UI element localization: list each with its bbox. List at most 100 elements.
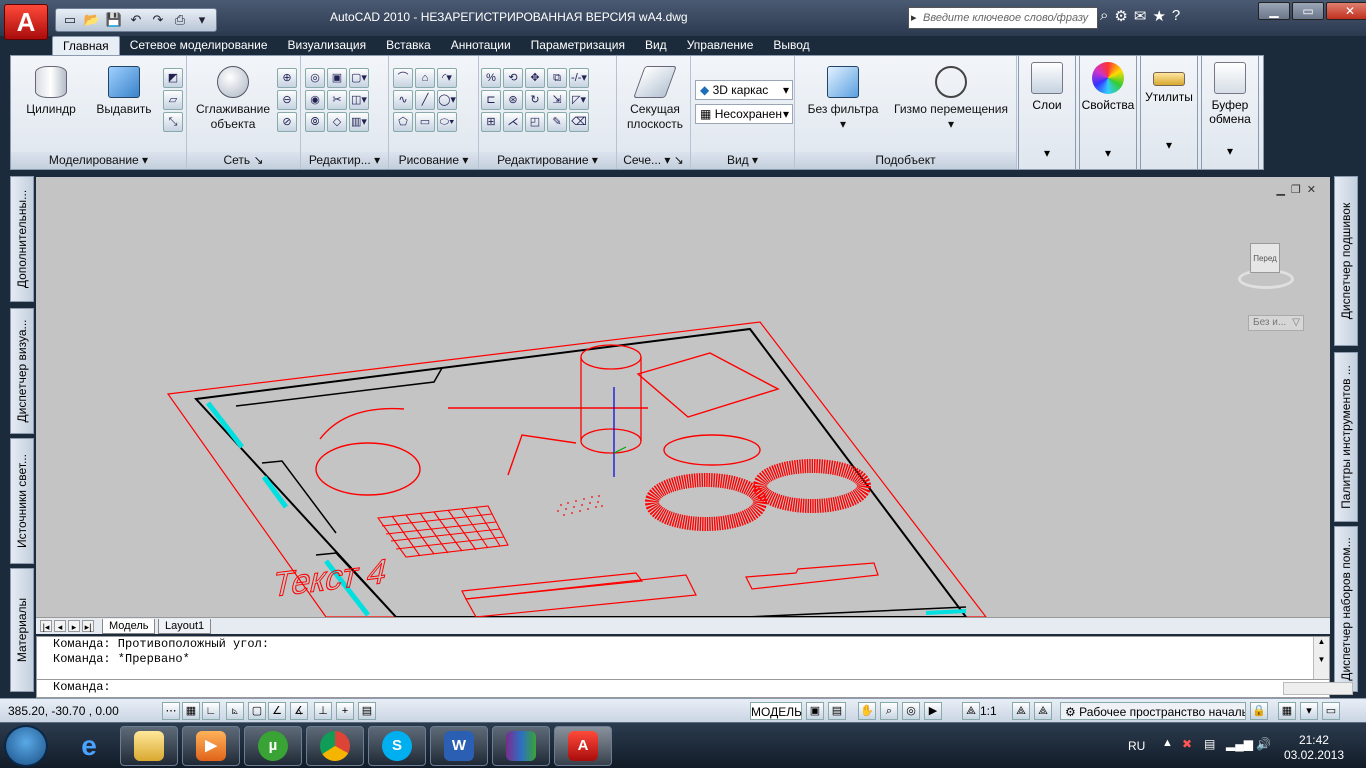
tab-render[interactable]: Визуализация [278, 36, 377, 55]
pan-icon[interactable]: ✋ [858, 702, 876, 720]
3d-rotate-icon[interactable]: ⟲ [503, 68, 523, 88]
qat-dropdown-icon[interactable]: ▾ [192, 11, 212, 29]
viewport-restore-icon[interactable]: ❐ [1291, 183, 1301, 196]
showmotion-icon[interactable]: ▶ [924, 702, 942, 720]
smooth-more-icon[interactable]: ⊕ [277, 68, 297, 88]
stretch-icon[interactable]: ⇲ [547, 90, 567, 110]
named-view-dropdown[interactable]: ▦ Несохранен ▾ [695, 104, 793, 124]
subscription-icon[interactable]: ⚙ [1114, 7, 1127, 25]
extract-edges-icon[interactable]: ◫▾ [349, 90, 369, 110]
grid-display-icon[interactable]: ▦ [182, 702, 200, 720]
move-gizmo-button[interactable]: Гизмо перемещения ▾ [889, 66, 1013, 132]
ucs-dropdown[interactable]: Без и... ▽ [1248, 315, 1304, 331]
no-filter-button[interactable]: Без фильтра ▾ [801, 66, 885, 132]
gizmo-small-icon[interactable]: ⤡ [163, 112, 183, 132]
workspace-switch[interactable]: ⚙ Рабочее пространство начальн ▾ [1060, 702, 1246, 720]
panel-title-draw[interactable]: Рисование ▾ [389, 152, 478, 169]
ortho-mode-icon[interactable]: ∟ [202, 702, 220, 720]
3d-polyline-icon[interactable]: ⌂ [415, 68, 435, 88]
start-button[interactable] [4, 725, 48, 767]
hardware-acceleration-icon[interactable]: ▦ [1278, 702, 1296, 720]
clock[interactable]: 21:42 03.02.2013 [1284, 733, 1344, 763]
quick-view-drawings-icon[interactable]: ▤ [828, 702, 846, 720]
last-layout-icon[interactable]: ▸| [82, 620, 94, 632]
viewcube-face[interactable]: Перед [1250, 243, 1280, 273]
properties-button[interactable]: Свойства ▾ [1079, 55, 1137, 170]
section-plane-button[interactable]: Секущая плоскость [621, 66, 689, 132]
rotate-icon[interactable]: ↻ [525, 90, 545, 110]
redo-icon[interactable]: ↷ [148, 11, 168, 29]
smooth-object-button[interactable]: Сглаживание объекта [193, 66, 273, 132]
communication-icon[interactable]: ✉ [1134, 7, 1147, 25]
tab-output[interactable]: Вывод [763, 36, 819, 55]
word-taskbar-button[interactable]: W [430, 726, 488, 766]
visual-style-dropdown[interactable]: ◆ 3D каркас ▾ [695, 80, 793, 100]
match-properties-icon[interactable]: ✎ [547, 112, 567, 132]
copy-icon[interactable]: ⧉ [547, 68, 567, 88]
arc-icon[interactable]: ◜▾ [437, 68, 457, 88]
auto-scale-icon[interactable]: ⟁ [1034, 702, 1052, 720]
box-edit-icon[interactable]: ▣ [327, 68, 347, 88]
intersect-icon[interactable]: ⦾ [305, 112, 325, 132]
skype-taskbar-button[interactable]: S [368, 726, 426, 766]
maximize-button[interactable]: ▭ [1292, 2, 1324, 20]
command-input[interactable]: Команда: [37, 679, 1329, 697]
polyline-icon[interactable]: ⌒ [393, 68, 413, 88]
annotation-scale-value[interactable]: 1:1 [980, 702, 1010, 720]
network-error-icon[interactable]: ✖ [1182, 737, 1192, 751]
viewport-minimize-icon[interactable]: ▁ [1276, 183, 1284, 196]
utorrent-taskbar-button[interactable]: µ [244, 726, 302, 766]
save-icon[interactable]: 💾 [104, 11, 124, 29]
shell-icon[interactable]: ▢▾ [349, 68, 369, 88]
erase-icon[interactable]: ⌫ [569, 112, 589, 132]
coordinates-readout[interactable]: 385.20, -30.70 , 0.00 [8, 702, 156, 720]
left-palette-tab-materials[interactable]: Материалы [10, 568, 34, 692]
scale-icon[interactable]: ◰ [525, 112, 545, 132]
ie-taskbar-button[interactable]: e [60, 726, 118, 766]
next-layout-icon[interactable]: ▸ [68, 620, 80, 632]
3d-align-icon[interactable]: ⋌ [503, 112, 523, 132]
tab-insert[interactable]: Вставка [376, 36, 441, 55]
dynamic-ucs-icon[interactable]: ⊥ [314, 702, 332, 720]
chamfer-icon[interactable]: % [481, 68, 501, 88]
lock-icon[interactable]: 🔒 [1250, 702, 1268, 720]
trim-icon[interactable]: -/-▾ [569, 68, 589, 88]
planar-surface-icon[interactable]: ▱ [163, 90, 183, 110]
explorer-taskbar-button[interactable] [120, 726, 178, 766]
tab-annotate[interactable]: Аннотации [441, 36, 521, 55]
app-menu-button[interactable]: A [4, 4, 48, 40]
panel-title-mesh[interactable]: Сеть ↘ [187, 152, 300, 169]
chrome-taskbar-button[interactable] [306, 726, 364, 766]
language-indicator[interactable]: RU [1128, 739, 1145, 753]
clipboard-button[interactable]: Буфер обмена ▾ [1201, 55, 1259, 170]
polar-tracking-icon[interactable]: ⦝ [226, 702, 244, 720]
winrar-taskbar-button[interactable] [492, 726, 550, 766]
spline-icon[interactable]: ∿ [393, 90, 413, 110]
ellipse-icon[interactable]: ⬭▾ [437, 112, 457, 132]
quick-properties-icon[interactable]: ▤ [358, 702, 376, 720]
panel-title-modify[interactable]: Редактирование ▾ [479, 152, 616, 169]
cylinder-button[interactable]: Цилиндр [19, 66, 83, 117]
media-player-taskbar-button[interactable]: ▶ [182, 726, 240, 766]
refine-mesh-icon[interactable]: ⊘ [277, 112, 297, 132]
panel-title-subobject[interactable]: Подобъект [795, 152, 1016, 169]
model-space-button[interactable]: МОДЕЛЬ [750, 702, 802, 720]
annotation-scale-icon[interactable]: ⟁ [962, 702, 980, 720]
annotation-visibility-icon[interactable]: ⟁ [1012, 702, 1030, 720]
quick-view-layouts-icon[interactable]: ▣ [806, 702, 824, 720]
panel-title-solid-edit[interactable]: Редактир... ▾ [301, 152, 388, 169]
prev-layout-icon[interactable]: ◂ [54, 620, 66, 632]
right-palette-tab-sheet-set[interactable]: Диспетчер подшивок [1334, 176, 1358, 346]
right-palette-tab-markup[interactable]: Диспетчер наборов пом... [1334, 526, 1358, 692]
tab-model[interactable]: Модель [102, 619, 156, 634]
viewport-close-icon[interactable]: ✕ [1307, 183, 1316, 196]
volume-icon[interactable]: 🔊 [1256, 737, 1271, 751]
object-snap-tracking-icon[interactable]: ∡ [290, 702, 308, 720]
panel-title-section[interactable]: Сече... ▾ ↘ [617, 152, 690, 169]
help-icon[interactable]: ? [1172, 7, 1180, 25]
open-file-icon[interactable]: 📂 [82, 11, 102, 29]
3d-osnap-icon[interactable]: ∠ [268, 702, 286, 720]
slice-icon[interactable]: ✂ [327, 90, 347, 110]
object-snap-icon[interactable]: ▢ [248, 702, 266, 720]
layers-button[interactable]: Слои ▾ [1018, 55, 1076, 170]
